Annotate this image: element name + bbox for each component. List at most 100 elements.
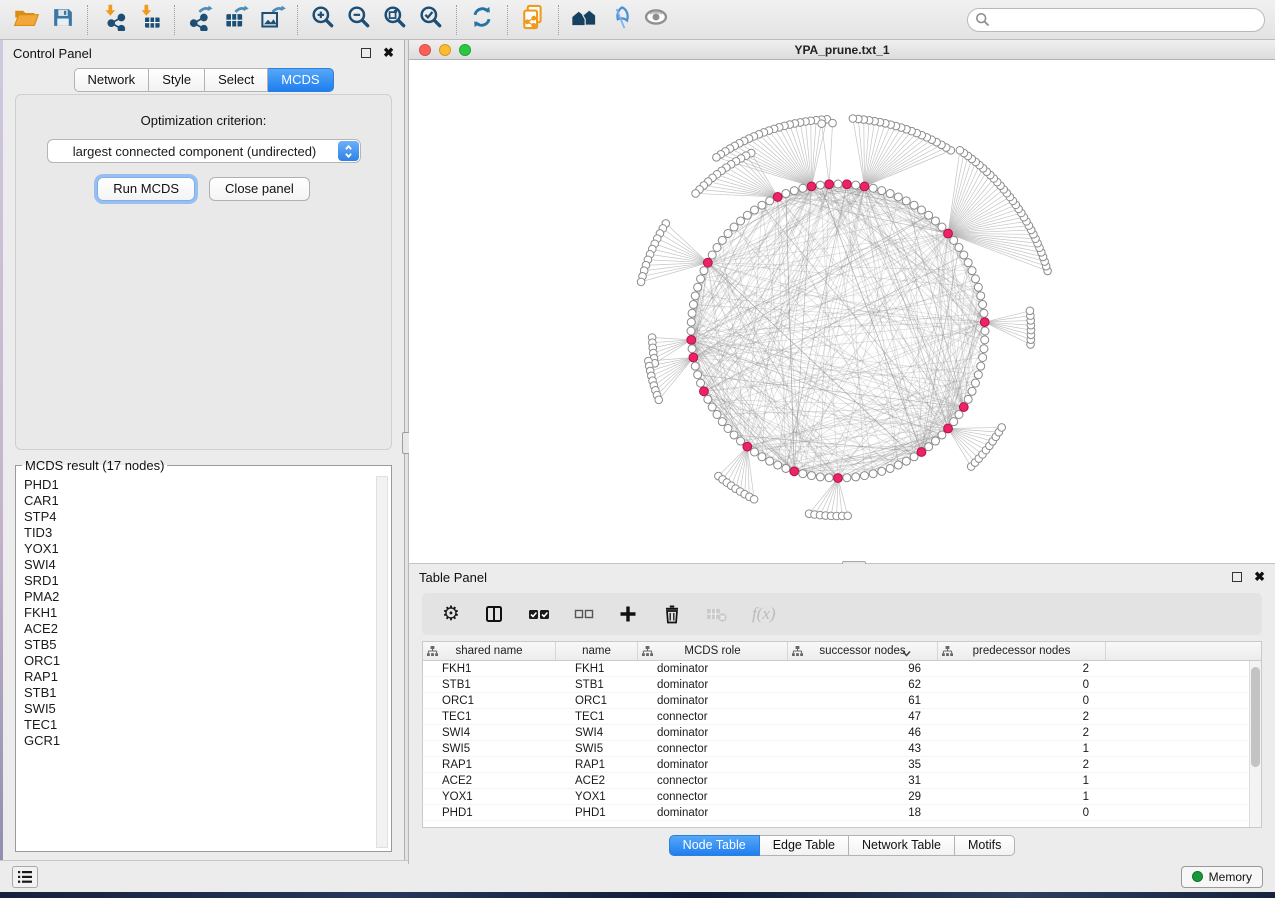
network-node[interactable]	[834, 180, 842, 188]
network-node[interactable]	[697, 379, 705, 387]
network-node[interactable]	[981, 336, 989, 344]
zoom-selected-button[interactable]	[413, 4, 449, 36]
select-all-rows-icon[interactable]	[528, 600, 550, 628]
network-node[interactable]	[713, 243, 721, 251]
zoom-fit-button[interactable]	[377, 4, 413, 36]
tab-network[interactable]: Network	[74, 68, 150, 92]
network-node[interactable]	[818, 120, 826, 128]
column-header-predecessor-nodes[interactable]: predecessor nodes	[938, 642, 1106, 660]
network-node[interactable]	[737, 217, 745, 225]
mcds-result-item[interactable]: STB5	[21, 637, 375, 653]
network-node[interactable]	[758, 453, 766, 461]
mcds-result-item[interactable]: TEC1	[21, 717, 375, 733]
network-node[interactable]	[977, 362, 985, 370]
network-node[interactable]	[980, 345, 988, 353]
column-layout-icon[interactable]	[484, 600, 504, 628]
network-node[interactable]	[956, 146, 964, 154]
mcds-network-node[interactable]	[944, 229, 953, 238]
column-header-name[interactable]: name	[556, 642, 638, 660]
network-node[interactable]	[938, 431, 946, 439]
network-node[interactable]	[902, 457, 910, 465]
table-row[interactable]: SWI4SWI4dominator462	[423, 725, 1261, 741]
network-node[interactable]	[886, 464, 894, 472]
network-node[interactable]	[910, 453, 918, 461]
network-node[interactable]	[724, 424, 732, 432]
mcds-result-item[interactable]: STP4	[21, 509, 375, 525]
optimization-select[interactable]: largest connected component (undirected)	[47, 139, 361, 163]
table-row[interactable]: TEC1TEC1connector472	[423, 709, 1261, 725]
network-node[interactable]	[878, 187, 886, 195]
mcds-network-node[interactable]	[773, 193, 782, 202]
network-node[interactable]	[829, 119, 837, 127]
tab-motifs[interactable]: Motifs	[955, 835, 1015, 856]
scrollbar-thumb[interactable]	[1251, 667, 1260, 767]
network-node[interactable]	[655, 396, 663, 404]
table-row[interactable]: YOX1YOX1connector291	[423, 789, 1261, 805]
network-node[interactable]	[724, 230, 732, 238]
network-graph[interactable]	[409, 60, 1275, 563]
import-network-button[interactable]	[95, 4, 131, 36]
network-node[interactable]	[825, 474, 833, 482]
network-node[interactable]	[849, 115, 857, 123]
tab-edge-table[interactable]: Edge Table	[760, 835, 849, 856]
column-header-MCDS-role[interactable]: MCDS role	[638, 642, 788, 660]
export-image-button[interactable]	[254, 4, 290, 36]
run-mcds-button[interactable]: Run MCDS	[97, 177, 195, 201]
network-node[interactable]	[774, 461, 782, 469]
network-node[interactable]	[691, 362, 699, 370]
network-node[interactable]	[974, 283, 982, 291]
network-node[interactable]	[852, 181, 860, 189]
network-node[interactable]	[955, 243, 963, 251]
network-node[interactable]	[998, 424, 1006, 432]
mcds-result-item[interactable]: PHD1	[21, 477, 375, 493]
open-session-button[interactable]	[8, 4, 44, 36]
network-node[interactable]	[980, 309, 988, 317]
network-node[interactable]	[730, 431, 738, 439]
mcds-network-node[interactable]	[959, 403, 968, 412]
float-panel-icon[interactable]	[1232, 572, 1242, 582]
mcds-result-item[interactable]: SRD1	[21, 573, 375, 589]
network-node[interactable]	[799, 470, 807, 478]
network-node[interactable]	[637, 278, 645, 286]
network-node[interactable]	[713, 154, 721, 162]
network-node[interactable]	[950, 418, 958, 426]
network-node[interactable]	[799, 184, 807, 192]
mcds-result-item[interactable]: PMA2	[21, 589, 375, 605]
network-node[interactable]	[782, 190, 790, 198]
mcds-network-node[interactable]	[807, 182, 816, 191]
eye-button[interactable]	[638, 4, 674, 36]
network-node[interactable]	[694, 283, 702, 291]
network-node[interactable]	[894, 461, 902, 469]
network-node[interactable]	[971, 379, 979, 387]
network-node[interactable]	[766, 457, 774, 465]
mcds-list-scrollbar[interactable]	[376, 476, 388, 848]
zoom-out-button[interactable]	[341, 4, 377, 36]
network-overview-button[interactable]	[566, 4, 602, 36]
mcds-network-node[interactable]	[917, 448, 926, 457]
network-node[interactable]	[691, 292, 699, 300]
zoom-in-button[interactable]	[305, 4, 341, 36]
network-node[interactable]	[968, 267, 976, 275]
mcds-result-item[interactable]: RAP1	[21, 669, 375, 685]
network-view[interactable]	[409, 60, 1275, 563]
network-node[interactable]	[692, 190, 700, 198]
network-node[interactable]	[925, 211, 933, 219]
network-node[interactable]	[902, 197, 910, 205]
tab-network-table[interactable]: Network Table	[849, 835, 955, 856]
network-node[interactable]	[700, 267, 708, 275]
network-node[interactable]	[968, 387, 976, 395]
network-node[interactable]	[869, 184, 877, 192]
memory-button[interactable]: Memory	[1181, 866, 1263, 888]
table-row[interactable]: SWI5SWI5connector431	[423, 741, 1261, 757]
network-node[interactable]	[844, 512, 852, 520]
network-node[interactable]	[782, 464, 790, 472]
network-node[interactable]	[878, 467, 886, 475]
network-node[interactable]	[852, 473, 860, 481]
create-column-icon[interactable]	[618, 600, 638, 628]
network-node[interactable]	[964, 259, 972, 267]
network-node[interactable]	[751, 448, 759, 456]
network-node[interactable]	[938, 223, 946, 231]
network-node[interactable]	[1026, 307, 1034, 315]
network-node[interactable]	[694, 371, 702, 379]
mcds-network-node[interactable]	[825, 180, 834, 189]
